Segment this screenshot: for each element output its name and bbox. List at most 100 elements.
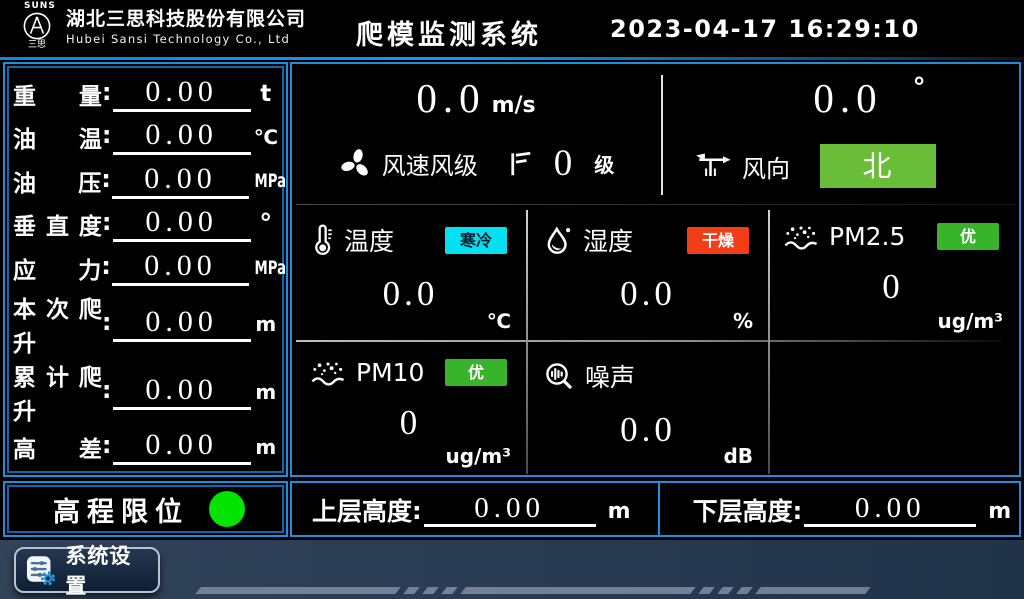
metric-label: 重 量 (13, 77, 102, 111)
metric-label: 累计爬升 (13, 358, 102, 426)
metrics-panel: 重 量: 0.00 t 油 温: 0.00 ℃ 油 压: 0.00 MPa 垂直… (3, 62, 288, 477)
metric-value: 0.00 (113, 429, 251, 465)
cell-header: 噪声 (529, 342, 767, 394)
height-colon: : (412, 497, 422, 525)
upper-height-unit: m (608, 497, 631, 527)
decor-segment (736, 587, 752, 594)
metric-colon: : (102, 121, 112, 149)
company-name-cn: 湖北三思科技股份有限公司 (66, 7, 306, 32)
lower-height-field: 下层高度: 0.00 m (693, 492, 1012, 527)
grid-divider-vertical-1 (526, 210, 528, 474)
elevation-status-dot (209, 491, 245, 527)
logo-mark-text: 三思 (12, 41, 62, 50)
metric-unit: m (252, 435, 280, 459)
metric-label: 本次爬升 (13, 290, 102, 358)
decor-segment (717, 587, 733, 594)
status-badge-humidity: 干燥 (687, 227, 749, 254)
heights-panel: 上层高度: 0.00 m 下层高度: 0.00 m (290, 481, 1021, 537)
wind-direction-display: 0.0 ° (662, 74, 1021, 122)
metric-row-stress: 应 力: 0.00 MPa (13, 246, 280, 290)
metric-unit: ° (252, 215, 280, 233)
metric-unit: MPa (255, 170, 276, 192)
env-cell-value: 0.0 (296, 274, 525, 314)
wind-direction-value: 0.0 (813, 75, 882, 121)
env-cell-humidity: 湿度 干燥 0.0 % (529, 206, 767, 338)
metric-colon: : (102, 208, 112, 236)
metric-colon: : (102, 308, 112, 336)
settings-button-label: 系统设置 (65, 540, 149, 599)
system-settings-button[interactable]: 系统设置 (14, 547, 160, 593)
sliders-gear-icon (25, 554, 56, 587)
decor-segment (195, 587, 400, 594)
lower-height-value: 0.00 (804, 492, 976, 527)
page-title: 爬模监测系统 (356, 13, 542, 52)
env-cell-label: PM10 (356, 358, 424, 387)
env-cell-label: 噪声 (585, 358, 635, 394)
metric-value: 0.00 (113, 76, 251, 112)
decor-segment (403, 587, 419, 594)
metric-label: 油 压 (13, 164, 101, 198)
env-cell-pm10: PM10 优 0 ug/m³ (296, 342, 525, 473)
env-cell-unit: ug/m³ (938, 309, 1003, 333)
company-name-block: 湖北三思科技股份有限公司 Hubei Sansi Technology Co.,… (66, 7, 306, 46)
lower-height-unit: m (988, 497, 1011, 527)
env-cell-value: 0 (769, 267, 1017, 307)
wind-level-unit: 级 (594, 149, 614, 178)
wind-speed-display: 0.0 m/s (292, 74, 660, 122)
metric-colon: : (102, 78, 112, 106)
company-name-en: Hubei Sansi Technology Co., Ltd (66, 32, 306, 46)
wind-direction-badge: 北 (820, 144, 936, 188)
metric-label: 应 力 (13, 251, 101, 285)
dust-icon (310, 359, 346, 387)
metric-row-oil-pressure: 油 压: 0.00 MPa (13, 159, 280, 203)
wind-speed-value: 0.0 (416, 75, 485, 121)
decor-segment (441, 587, 457, 594)
metric-colon: : (101, 252, 111, 280)
noise-meter-icon (543, 360, 575, 392)
wind-direction-label: 风向 (742, 149, 790, 184)
metric-row-weight: 重 量: 0.00 t (13, 72, 280, 116)
decor-segment (755, 587, 870, 594)
status-badge-temperature: 寒冷 (445, 227, 507, 254)
lower-height-label: 下层高度 (693, 497, 793, 527)
upper-height-value: 0.00 (424, 492, 596, 527)
thermometer-icon (310, 224, 334, 256)
metric-unit: m (252, 312, 280, 336)
height-colon: : (793, 497, 803, 525)
logo-suns-text: SUNS (12, 1, 62, 11)
metric-label: 油 温 (13, 120, 102, 154)
dust-icon (783, 223, 819, 251)
env-cell-unit: ℃ (487, 309, 511, 333)
decor-segment (422, 587, 438, 594)
env-cell-noise: 噪声 0.0 dB (529, 342, 767, 473)
env-cell-label: PM2.5 (829, 222, 905, 251)
metric-row-verticality: 垂直度: 0.00 ° (13, 203, 280, 247)
metric-value: 0.00 (112, 250, 249, 286)
heights-divider (658, 483, 660, 535)
footer-decor-strip (198, 587, 868, 594)
env-cell-label: 温度 (344, 222, 394, 258)
sansi-logo-icon (21, 11, 53, 41)
cell-header: 湿度 干燥 (529, 206, 767, 258)
elevation-limit-label: 高程限位 (46, 490, 189, 529)
wind-speed-unit: m/s (492, 93, 536, 118)
wind-direction-unit: ° (913, 73, 926, 103)
metric-value: 0.00 (113, 119, 251, 155)
wind-level-label: 风速风级 (382, 146, 478, 181)
elevation-limit-panel: 高程限位 (3, 481, 288, 537)
decor-segment (698, 587, 714, 594)
metric-value: 0.00 (113, 206, 251, 242)
cell-header: 温度 寒冷 (296, 206, 525, 258)
cell-header: PM2.5 优 (769, 206, 1017, 251)
company-logo: SUNS 三思 (12, 1, 62, 50)
wind-vane-icon (694, 151, 732, 181)
metric-row-total-climb: 累计爬升: 0.00 m (13, 358, 280, 426)
metric-label: 高 差 (13, 430, 102, 464)
metric-value: 0.00 (113, 374, 251, 410)
metric-value: 0.00 (113, 306, 251, 342)
metric-unit: m (252, 380, 280, 404)
env-cell-unit: dB (723, 444, 753, 468)
metric-value: 0.00 (112, 163, 249, 199)
wind-level-row: 风速风级 0 级 (292, 142, 660, 185)
upper-height-label: 上层高度 (312, 497, 412, 527)
